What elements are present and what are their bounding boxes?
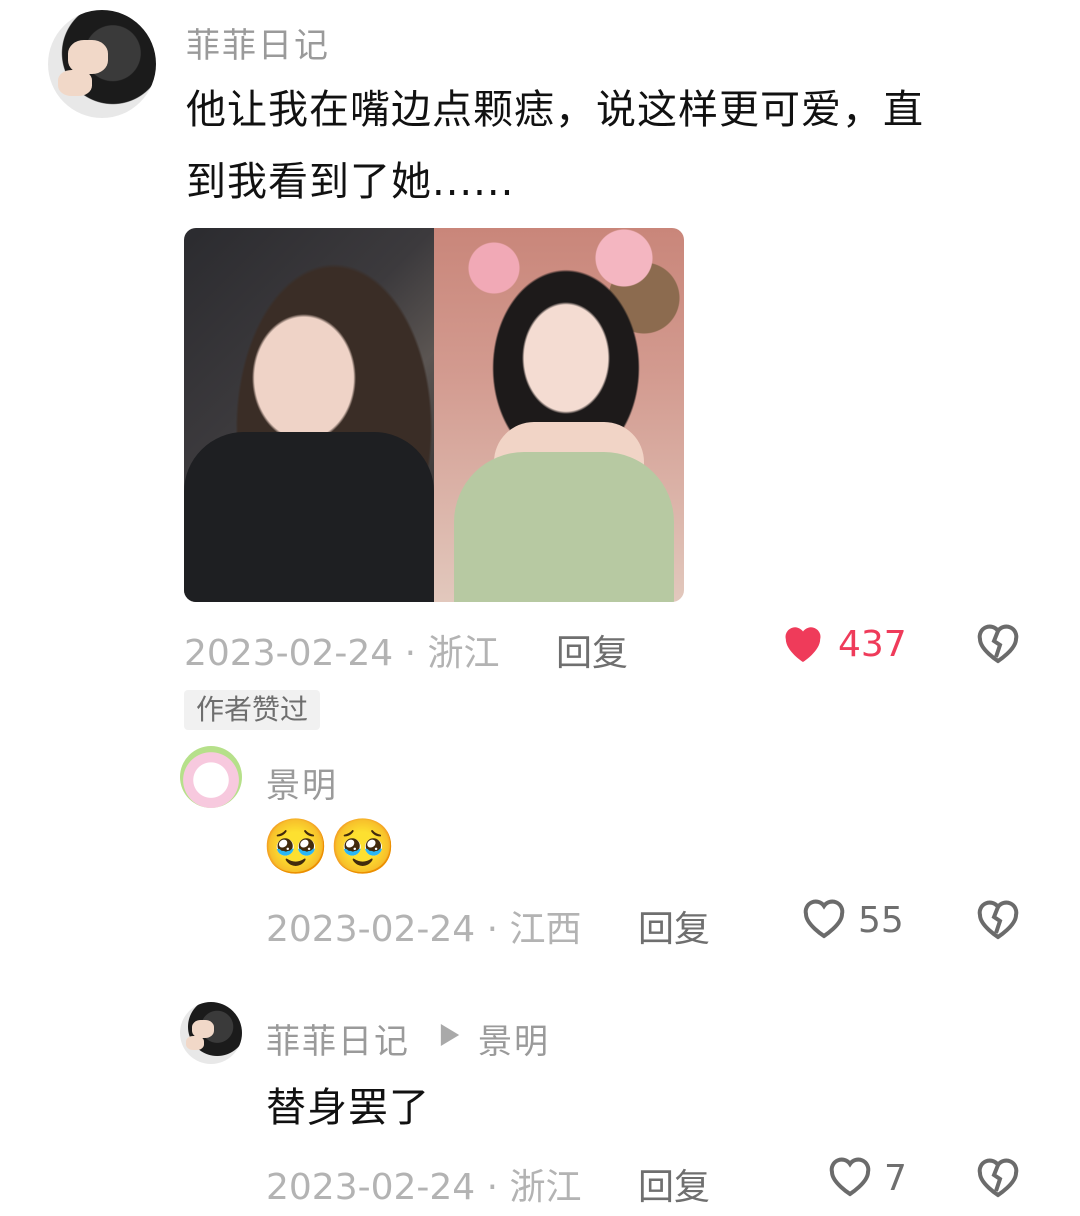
comment-text-line1: 他让我在嘴边点颗痣，说这样更可爱，直 bbox=[186, 87, 924, 133]
reply-2-date-location: 2023-02-24 · 浙江 bbox=[266, 1167, 582, 1208]
heart-outline-icon bbox=[829, 1157, 871, 1197]
author-liked-badge: 作者赞过 bbox=[184, 690, 321, 730]
heart-filled-icon bbox=[785, 627, 821, 663]
reply-1-reply-button[interactable]: 回复 bbox=[638, 900, 710, 952]
reply-1-author-name[interactable]: 景明 bbox=[266, 758, 338, 807]
comment-dislike-button[interactable] bbox=[974, 620, 1022, 670]
reply-2-reply-button[interactable]: 回复 bbox=[638, 1158, 710, 1210]
avatar-reply-1[interactable] bbox=[180, 746, 242, 808]
reply-1-like-button[interactable] bbox=[800, 896, 848, 944]
comment-photo-left[interactable] bbox=[184, 228, 434, 602]
reply-2-like-count: 7 bbox=[884, 1158, 907, 1199]
reply-2-author-name[interactable]: 菲菲日记 bbox=[266, 1014, 410, 1063]
comment-like-button[interactable] bbox=[780, 622, 826, 668]
reply-2-text: 替身罢了 bbox=[266, 1085, 430, 1131]
comment-photo-right[interactable] bbox=[434, 228, 684, 602]
comment-like-count: 437 bbox=[838, 624, 907, 665]
avatar-main[interactable] bbox=[48, 10, 156, 118]
reply-2-reply-to-name[interactable]: 景明 bbox=[478, 1014, 550, 1063]
reply-1-like-count: 55 bbox=[858, 900, 904, 941]
broken-heart-icon bbox=[977, 900, 1019, 940]
reply-1-date-location: 2023-02-24 · 江西 bbox=[266, 909, 582, 950]
comment-text: 他让我在嘴边点颗痣，说这样更可爱，直 到我看到了她...... bbox=[186, 74, 1046, 218]
reply-2-like-button[interactable] bbox=[826, 1154, 874, 1202]
reply-1-dislike-button[interactable] bbox=[974, 896, 1022, 946]
avatar-reply-2[interactable] bbox=[180, 1002, 242, 1064]
comment-reply-button[interactable]: 回复 bbox=[556, 624, 628, 676]
play-triangle-icon bbox=[440, 1024, 460, 1050]
comment-date-location: 2023-02-24 · 浙江 bbox=[184, 633, 500, 674]
broken-heart-icon bbox=[977, 1158, 1019, 1198]
reply-2-dislike-button[interactable] bbox=[974, 1154, 1022, 1204]
heart-outline-icon bbox=[803, 899, 845, 939]
broken-heart-icon bbox=[977, 624, 1019, 664]
reply-1-text: 🥹🥹 bbox=[262, 815, 397, 878]
comment-text-line2: 到我看到了她...... bbox=[186, 159, 515, 205]
comment-author-name[interactable]: 菲菲日记 bbox=[186, 18, 330, 67]
